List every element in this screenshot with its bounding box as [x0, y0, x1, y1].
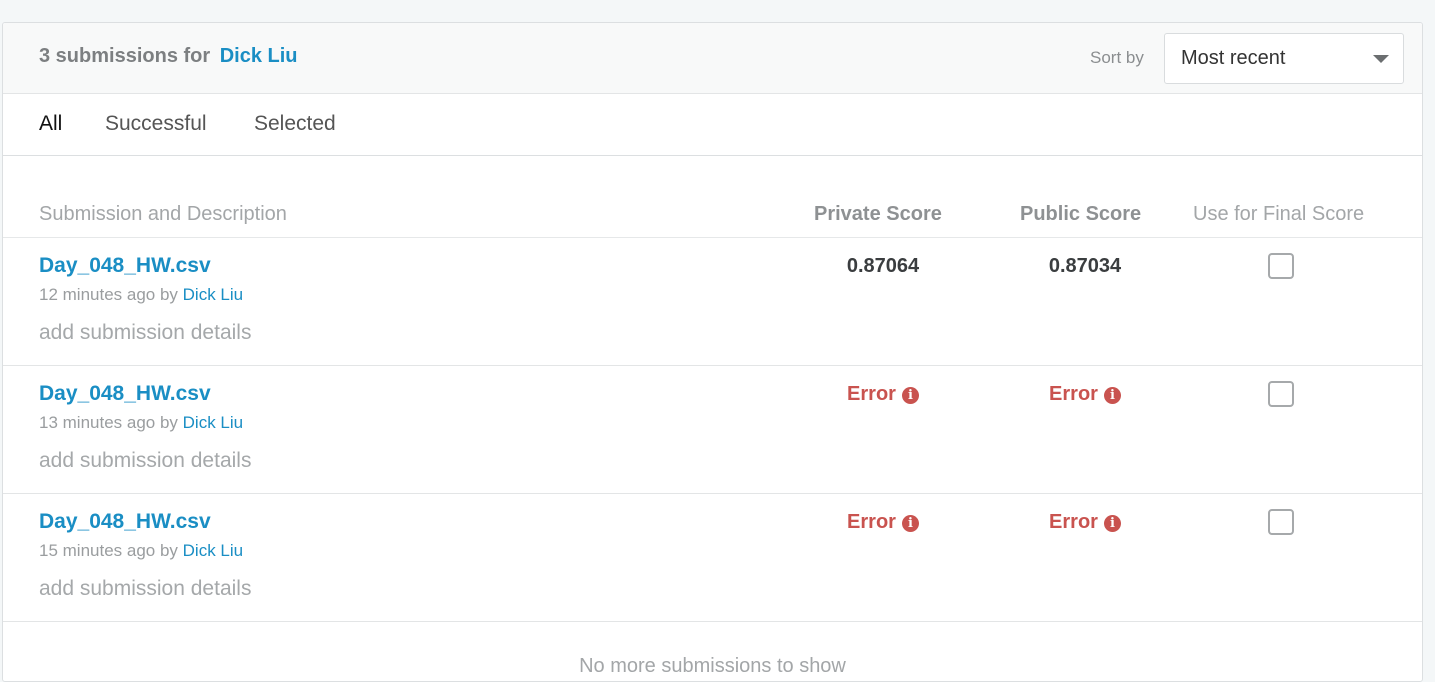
submissions-panel: 3 submissions for Dick Liu Sort by Most … [2, 22, 1423, 682]
tab-all[interactable]: All [39, 112, 62, 136]
add-submission-details-link[interactable]: add submission details [39, 321, 251, 345]
submission-meta: 13 minutes ago by Dick Liu [39, 413, 243, 433]
public-score: 0.87034 [1048, 255, 1122, 277]
public-score-error-text: Error [1049, 511, 1098, 533]
submission-meta: 12 minutes ago by Dick Liu [39, 285, 243, 305]
submission-filter-tabs: All Successful Selected [3, 94, 1422, 156]
private-score-error: Error i [803, 383, 963, 406]
submission-time: 12 minutes ago by [39, 285, 178, 304]
tab-successful[interactable]: Successful [105, 112, 207, 136]
user-link[interactable]: Dick Liu [220, 45, 298, 67]
column-header-final-score: Use for Final Score [1193, 203, 1365, 225]
submission-time: 13 minutes ago by [39, 413, 178, 432]
info-circle-icon[interactable]: i [1103, 515, 1121, 532]
submission-row: Day_048_HW.csv 12 minutes ago by Dick Li… [3, 238, 1422, 366]
submission-author-link[interactable]: Dick Liu [183, 285, 243, 304]
column-header-public-score[interactable]: Public Score [1020, 203, 1141, 226]
chevron-down-icon [1373, 55, 1389, 63]
use-for-final-score-checkbox[interactable] [1268, 253, 1294, 279]
use-for-final-score-checkbox[interactable] [1268, 509, 1294, 535]
submission-row: Day_048_HW.csv 15 minutes ago by Dick Li… [3, 494, 1422, 622]
tab-selected[interactable]: Selected [254, 112, 336, 136]
private-score: 0.87064 [846, 255, 920, 277]
sort-label: Sort by [1090, 48, 1144, 67]
private-score-error-text: Error [847, 511, 896, 533]
info-circle-icon[interactable]: i [901, 515, 919, 532]
add-submission-details-link[interactable]: add submission details [39, 449, 251, 473]
public-score-error: Error i [1005, 383, 1165, 406]
private-score-error: Error i [803, 511, 963, 534]
info-circle-icon[interactable]: i [901, 387, 919, 404]
submission-time: 15 minutes ago by [39, 541, 178, 560]
sort-select[interactable]: Most recent [1164, 33, 1404, 84]
private-score-error-text: Error [847, 383, 896, 405]
submissions-count-text: 3 submissions for [39, 45, 211, 67]
use-for-final-score-checkbox[interactable] [1268, 381, 1294, 407]
column-header-private-score[interactable]: Private Score [814, 203, 942, 226]
public-score-error-text: Error [1049, 383, 1098, 405]
column-header-submission: Submission and Description [39, 203, 287, 225]
public-score-error: Error i [1005, 511, 1165, 534]
submission-author-link[interactable]: Dick Liu [183, 413, 243, 432]
submission-row: Day_048_HW.csv 13 minutes ago by Dick Li… [3, 366, 1422, 494]
add-submission-details-link[interactable]: add submission details [39, 577, 251, 601]
submission-file-link[interactable]: Day_048_HW.csv [39, 510, 211, 534]
no-more-submissions-text: No more submissions to show [579, 655, 846, 677]
submission-file-link[interactable]: Day_048_HW.csv [39, 382, 211, 406]
sort-select-value: Most recent [1181, 47, 1286, 69]
submission-file-link[interactable]: Day_048_HW.csv [39, 254, 211, 278]
submissions-header: 3 submissions for Dick Liu Sort by Most … [3, 23, 1422, 94]
info-circle-icon[interactable]: i [1103, 387, 1121, 404]
submission-author-link[interactable]: Dick Liu [183, 541, 243, 560]
submissions-count-title: 3 submissions for Dick Liu [39, 45, 298, 68]
submission-meta: 15 minutes ago by Dick Liu [39, 541, 243, 561]
